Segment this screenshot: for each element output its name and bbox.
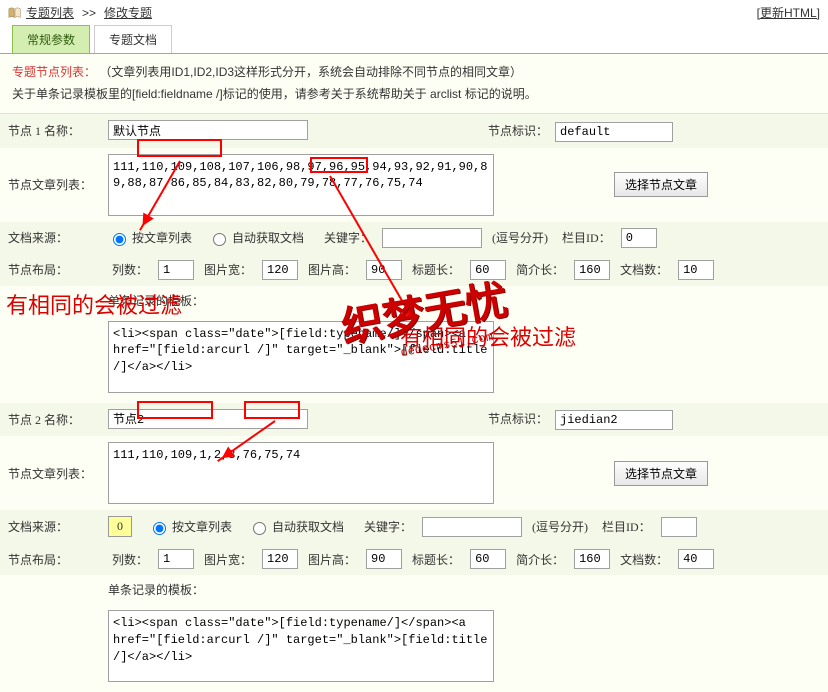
breadcrumb-edit-link[interactable]: 修改专题 [104, 4, 152, 21]
hint-title: 专题节点列表： [12, 65, 96, 79]
node1-select-articles-button[interactable]: 选择节点文章 [614, 172, 708, 197]
node1-template-textarea[interactable] [108, 321, 494, 393]
node1-cols-input[interactable] [158, 260, 194, 280]
node2-imgh-input[interactable] [366, 549, 402, 569]
node1-mark-input[interactable] [555, 122, 673, 142]
node2-titlelen-input[interactable] [470, 549, 506, 569]
node1-source-label: 文档来源： [0, 222, 100, 254]
node2-mark-label: 节点标识： [488, 412, 548, 426]
node2-articles-textarea[interactable] [108, 442, 494, 504]
node2-source-auto-radio[interactable]: 自动获取文档 [248, 518, 344, 535]
node2-template-textarea[interactable] [108, 610, 494, 682]
node1-doccount-input[interactable] [678, 260, 714, 280]
node2-doccount-input[interactable] [678, 549, 714, 569]
node1-imgw-input[interactable] [262, 260, 298, 280]
node2-name-label: 节点 2 名称： [0, 403, 100, 437]
tab-general[interactable]: 常规参数 [12, 25, 90, 53]
hint-bar: 专题节点列表： （文章列表用ID1,ID2,ID3这样形式分开，系统会自动排除不… [0, 54, 828, 114]
node2-layout-label: 节点布局： [0, 543, 100, 575]
node2-source-label: 文档来源： [0, 510, 100, 543]
node1-articles-label: 节点文章列表： [0, 148, 100, 222]
node2-columnid-input[interactable] [661, 517, 697, 537]
node2-name-input[interactable] [108, 409, 308, 429]
node2-articles-label: 节点文章列表： [0, 436, 100, 510]
book-icon [8, 7, 22, 19]
breadcrumb-sep: >> [82, 6, 96, 20]
node1-imgh-input[interactable] [366, 260, 402, 280]
node2-source-list-radio[interactable]: 按文章列表 [148, 518, 232, 535]
hint-line2: 关于单条记录模板里的[field:fieldname /]标记的使用，请参考关于… [12, 87, 537, 101]
update-html-link[interactable]: [更新HTML] [757, 4, 820, 21]
node1-name-input[interactable] [108, 120, 308, 140]
node2-introlen-input[interactable] [574, 549, 610, 569]
node1-mark-label: 节点标识： [488, 124, 548, 138]
tab-docs[interactable]: 专题文档 [94, 25, 172, 53]
tabs: 常规参数 专题文档 [0, 25, 828, 54]
node1-source-list-radio[interactable]: 按文章列表 [108, 229, 192, 246]
node1-template-label: 单条记录的模板： [100, 286, 828, 315]
node2-keyword-input[interactable] [422, 517, 522, 537]
node2-imgw-input[interactable] [262, 549, 298, 569]
node1-columnid-input[interactable] [621, 228, 657, 248]
node1-introlen-input[interactable] [574, 260, 610, 280]
keyword-label: 关键字： [324, 229, 372, 246]
hint-line1: （文章列表用ID1,ID2,ID3这样形式分开，系统会自动排除不同节点的相同文章… [99, 65, 522, 79]
node1-layout-label: 节点布局： [0, 254, 100, 286]
node1-keyword-input[interactable] [382, 228, 482, 248]
node1-articles-textarea[interactable] [108, 154, 494, 216]
node1-name-label: 节点 1 名称： [0, 114, 100, 148]
node2-template-label: 单条记录的模板： [100, 575, 828, 604]
breadcrumb-list-link[interactable]: 专题列表 [26, 4, 74, 21]
breadcrumb: 专题列表 >> 修改专题 [8, 4, 152, 21]
node2-select-articles-button[interactable]: 选择节点文章 [614, 461, 708, 486]
node2-cols-input[interactable] [158, 549, 194, 569]
node2-highlight-zero: 0 [108, 516, 132, 537]
column-id-label: 栏目ID： [562, 229, 611, 246]
page-header: 专题列表 >> 修改专题 [更新HTML] [0, 0, 828, 25]
node2-mark-input[interactable] [555, 410, 673, 430]
node1-source-auto-radio[interactable]: 自动获取文档 [208, 229, 304, 246]
keyword-hint: (逗号分开) [492, 229, 548, 246]
node1-titlelen-input[interactable] [470, 260, 506, 280]
